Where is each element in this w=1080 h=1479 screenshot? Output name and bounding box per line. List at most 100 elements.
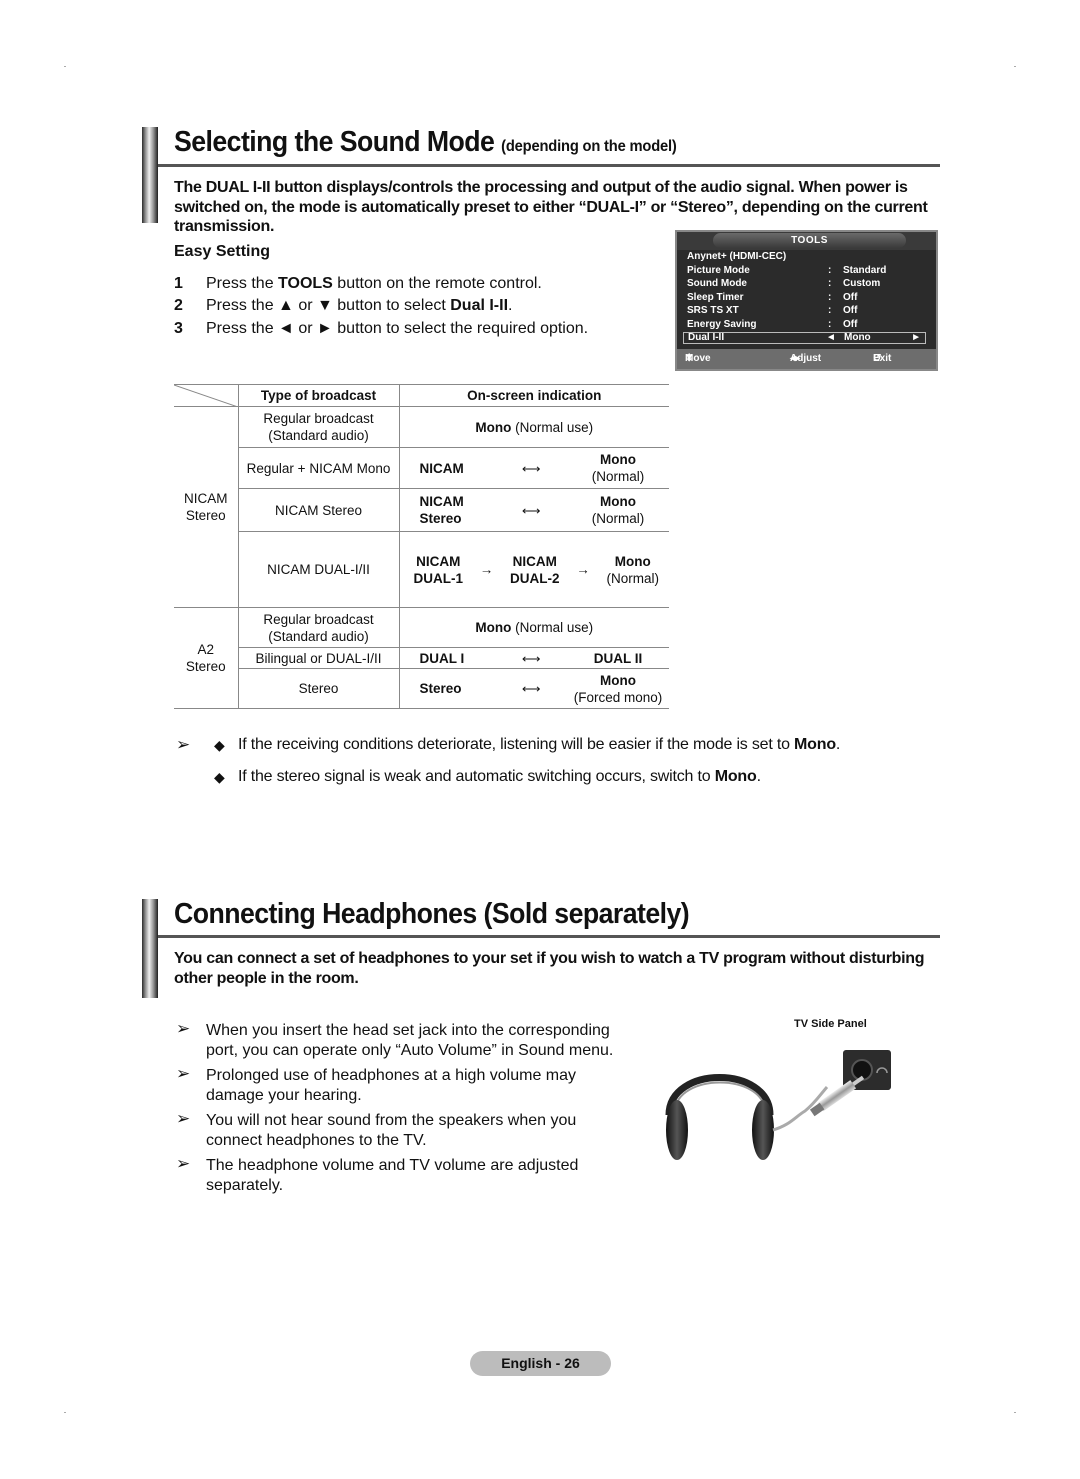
ind-bold: Mono (600, 494, 636, 509)
ind-bold: Mono (475, 620, 512, 635)
section-marker-bar (142, 899, 158, 998)
indication-cell: NICAM Stereo ⟷ Mono (Normal) (399, 488, 669, 532)
crop-mark (64, 66, 66, 67)
headphone-plug (809, 1075, 865, 1117)
header-type-of-broadcast: Type of broadcast (237, 384, 400, 407)
group-nicam-stereo: NICAM Stereo (174, 407, 238, 608)
osd-colon: : (828, 291, 832, 303)
type-text: (Standard audio) (268, 628, 369, 644)
osd-item-sleep-timer[interactable]: Sleep Timer: Off (677, 291, 936, 305)
ind-bold-line: NICAM (419, 494, 464, 509)
crop-mark (1014, 1412, 1016, 1413)
note-item: If the receiving conditions deteriorate,… (238, 736, 840, 754)
indication-cell: NICAM DUAL-1 → NICAM DUAL-2 → Mono (Normal) (399, 531, 669, 608)
title-text: Selecting the Sound Mode (174, 126, 495, 158)
ind-bold: NICAM Stereo (420, 493, 490, 527)
step-number: 1 (174, 275, 183, 292)
header-on-screen-indication: On-screen indication (399, 384, 669, 407)
crop-mark (64, 1412, 66, 1413)
ind-bold: Stereo (419, 681, 462, 696)
section-rule (158, 935, 940, 938)
osd-item-picture-mode[interactable]: Picture Mode: Standard (677, 264, 936, 278)
indication-cell: Mono (Normal use) (399, 607, 669, 648)
left-arrow-icon[interactable]: ◄ (826, 332, 836, 343)
osd-item-srs[interactable]: SRS TS XT: Off (677, 304, 936, 318)
osd-item-sound-mode[interactable]: Sound Mode: Custom (677, 277, 936, 291)
headphone-note: When you insert the head set jack into t… (206, 1022, 614, 1059)
osd-item-dual-selected[interactable]: Dual I-II ◄ Mono ► (683, 331, 926, 344)
note-text: If the receiving conditions deteriorate,… (238, 736, 795, 753)
table-row: NICAM DUAL-I/II NICAM DUAL-1 → NICAM DUAL-… (174, 531, 669, 608)
indication-cell: Mono (Normal use) (399, 406, 669, 448)
osd-item-label: Anynet+ (HDMI-CEC) (687, 251, 787, 262)
ind-bold: DUAL II (593, 650, 643, 666)
headphone-note: Prolonged use of headphones at a high vo… (206, 1067, 577, 1104)
note-arrow-icon: ➢ (176, 1019, 191, 1038)
table-row: Stereo Stereo ⟷ Mono (Forced mono) (174, 668, 669, 709)
tools-menu-header: TOOLS (677, 232, 936, 250)
ind-bold: Mono (600, 672, 636, 688)
group-label: Stereo (185, 659, 226, 674)
step-text: . (508, 297, 513, 314)
indication-cell: DUAL I ⟷ DUAL II (399, 647, 669, 669)
step-number: 3 (174, 320, 183, 337)
table-row: NICAM Stereo Regular broadcast (Standard a… (174, 406, 669, 523)
headphones-illustration (665, 1050, 891, 1160)
osd-item-value: Mono (844, 331, 871, 343)
section-intro: The DUAL I-II button displays/controls t… (174, 179, 928, 235)
osd-footer: ⬍ Move ◂▸ Adjust ↺ Exit (677, 349, 936, 369)
table-row: NICAM Stereo NICAM Stereo ⟷ Mono (Normal) (174, 488, 669, 532)
tv-side-panel-label: TV Side Panel (794, 1018, 867, 1030)
step-text: Press the ◄ or ► button to select the re… (206, 320, 589, 337)
ind-bold-line: NICAM (512, 553, 557, 569)
step-3: 3 Press the ◄ or ► button to select the r… (174, 320, 588, 338)
group-label: A2 (197, 642, 214, 657)
osd-colon: : (828, 264, 832, 276)
osd-item-label: Energy Saving (687, 318, 757, 330)
osd-item-energy-saving[interactable]: Energy Saving: Off (677, 318, 936, 332)
osd-item-anynet[interactable]: Anynet+ (HDMI-CEC) (677, 250, 936, 264)
note-text: . (835, 736, 841, 753)
footer-label: Exit (873, 353, 892, 364)
easy-setting-title: Easy Setting (174, 243, 271, 260)
step-1: 1 Press the TOOLS button on the remote co… (174, 275, 542, 293)
ind-text: (Normal) (606, 570, 660, 586)
ind-bold: DUAL I (419, 650, 465, 666)
step-bold: Dual I-II (450, 297, 509, 314)
ind-bold: NICAM DUAL-2 (510, 553, 560, 587)
right-arrow-icon[interactable]: ► (911, 332, 921, 343)
osd-item-value: Off (843, 291, 858, 303)
osd-colon: : (828, 318, 832, 330)
ind-bold-line: Stereo (419, 511, 462, 526)
diamond-bullet-icon: ◆ (214, 737, 225, 753)
osd-item-value: Off (843, 318, 858, 330)
osd-item-label: Dual I-II (688, 331, 725, 343)
group-label: NICAM (184, 491, 228, 506)
ind-bold: NICAM DUAL-1 (414, 553, 464, 587)
table-corner-cell (174, 384, 238, 407)
tools-menu-osd: TOOLS Anynet+ (HDMI-CEC) Picture Mode: St… (675, 230, 938, 371)
note-item: If the stereo signal is weak and automat… (238, 768, 761, 786)
table-header-row: Type of broadcast On-screen indication (174, 384, 669, 407)
section-title-headphones: Connecting Headphones (Sold separately) (174, 898, 690, 930)
indication-cell: NICAM ⟷ Mono (Normal) (399, 447, 669, 489)
osd-item-value: Custom (843, 278, 881, 290)
type-cell: NICAM Stereo (237, 488, 400, 532)
diamond-bullet-icon: ◆ (214, 769, 225, 785)
ind-bold: Mono (614, 553, 651, 569)
osd-item-label: Sleep Timer (687, 291, 744, 303)
osd-item-value: Off (843, 305, 858, 317)
indication-cell: Stereo ⟷ Mono (Forced mono) (399, 668, 669, 709)
type-cell: NICAM DUAL-I/II (237, 531, 400, 608)
note-bold: Mono (794, 736, 836, 753)
diagonal-line (174, 385, 238, 407)
footer-label: Adjust (790, 353, 822, 364)
step-number: 2 (174, 297, 183, 314)
type-cell: Regular + NICAM Mono (237, 447, 400, 489)
ind-bold-line: NICAM (416, 553, 461, 569)
step-text: button on the remote control. (332, 275, 542, 292)
note-arrow-icon: ➢ (176, 1109, 191, 1128)
right-arrow-icon: → (479, 562, 494, 577)
ind-text: (Normal) (591, 469, 645, 484)
section-marker-bar (142, 127, 158, 223)
